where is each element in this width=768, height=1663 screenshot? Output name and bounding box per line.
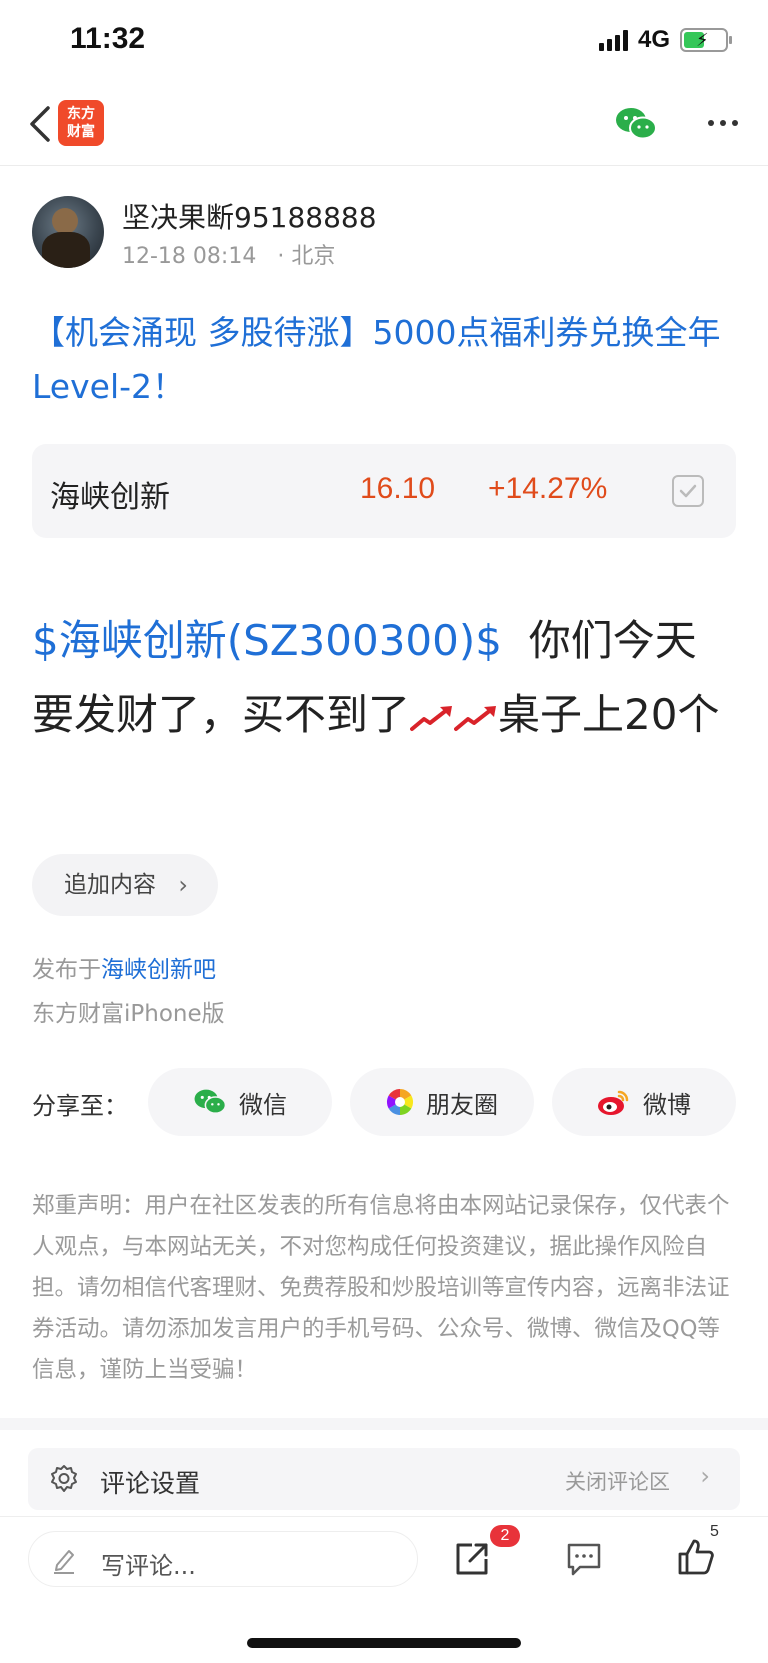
- author-header: 坚决果断95188888 12-18 08:14 · 北京: [32, 196, 732, 270]
- share-label: 分享至：: [32, 1092, 128, 1120]
- forum-link[interactable]: 海峡创新吧: [101, 957, 216, 983]
- share-wechat-label: 微信: [239, 1090, 287, 1119]
- chevron-right-icon: ›: [700, 1462, 710, 1490]
- comment-input[interactable]: 写评论...: [28, 1531, 418, 1587]
- add-content-label: 追加内容: [64, 872, 156, 898]
- logo-line-1: 东方: [67, 106, 95, 122]
- status-bar: 11:32 4G ⚡: [0, 0, 768, 84]
- weibo-icon: [598, 1090, 629, 1115]
- share-wechat-button[interactable]: 微信: [148, 1068, 332, 1136]
- author-meta: 12-18 08:14 · 北京: [122, 238, 349, 270]
- logo-line-2: 财富: [67, 124, 95, 140]
- post-date: 12-18 08:14: [122, 244, 257, 269]
- author-name[interactable]: 坚决果断95188888: [122, 196, 377, 236]
- trending-up-icon: [410, 705, 453, 731]
- signal-icon: [598, 29, 628, 51]
- post-content: $海峡创新(SZ300300)$ 你们今天要发财了，买不到了 桌子上20个: [32, 604, 736, 752]
- stock-quote-card[interactable]: 海峡创新 16.10 +14.27%: [32, 444, 736, 538]
- comment-settings-label: 评论设置: [100, 1469, 201, 1498]
- status-indicators: 4G ⚡: [598, 26, 732, 54]
- comment-settings-row[interactable]: 评论设置 关闭评论区 ›: [28, 1448, 740, 1510]
- share-weibo-label: 微博: [643, 1090, 691, 1119]
- battery-icon: ⚡: [680, 28, 732, 52]
- bottom-action-bar: 写评论... 2 5: [0, 1516, 768, 1626]
- wechat-icon: [194, 1089, 227, 1114]
- share-moments-label: 朋友圈: [426, 1090, 498, 1119]
- section-divider: [0, 1418, 768, 1430]
- chevron-left-icon[interactable]: [26, 102, 56, 146]
- comment-icon[interactable]: [564, 1539, 604, 1579]
- thumbs-up-icon[interactable]: [676, 1537, 716, 1577]
- comment-placeholder: 写评论...: [101, 1552, 196, 1580]
- like-count: 5: [710, 1523, 719, 1540]
- wechat-icon[interactable]: [614, 106, 658, 142]
- disclaimer: 郑重声明：用户在社区发表的所有信息将由本网站记录保存，仅代表个人观点，与本网站无…: [32, 1193, 730, 1383]
- client-info: 东方财富iPhone版: [32, 1001, 225, 1027]
- close-comments-action[interactable]: 关闭评论区: [565, 1466, 670, 1496]
- post-location: · 北京: [277, 244, 336, 269]
- nav-bar: 东方 财富: [0, 84, 768, 166]
- status-time: 11:32: [70, 22, 146, 55]
- post-text-2: 桌子上20个: [498, 690, 720, 739]
- stock-price: 16.10: [360, 472, 436, 505]
- moments-icon: [386, 1088, 414, 1116]
- stock-change: +14.27%: [488, 472, 608, 505]
- checkbox-icon[interactable]: [672, 475, 704, 507]
- trending-up-icon: [454, 705, 497, 731]
- home-indicator[interactable]: [247, 1638, 521, 1648]
- posted-in-prefix: 发布于: [32, 957, 101, 983]
- posted-in: 发布于海峡创新吧: [32, 950, 216, 984]
- promo-title-link[interactable]: 【机会涌现 多股待涨】5000点福利券兑换全年Level-2！: [32, 306, 732, 414]
- avatar[interactable]: [32, 196, 104, 268]
- share-moments-button[interactable]: 朋友圈: [350, 1068, 534, 1136]
- stock-name: 海峡创新: [50, 480, 170, 515]
- gear-icon: [51, 1465, 77, 1492]
- pencil-icon: [54, 1550, 74, 1574]
- stock-link[interactable]: $海峡创新(SZ300300)$: [32, 616, 502, 665]
- network-type: 4G: [637, 26, 670, 53]
- share-weibo-button[interactable]: 微博: [552, 1068, 736, 1136]
- more-icon[interactable]: [708, 120, 738, 126]
- share-icon[interactable]: [452, 1539, 492, 1579]
- app-logo[interactable]: 东方 财富: [58, 100, 104, 146]
- chevron-right-icon: ›: [178, 871, 188, 899]
- add-content-button[interactable]: 追加内容 ›: [32, 854, 218, 916]
- share-count-badge: 2: [490, 1525, 520, 1547]
